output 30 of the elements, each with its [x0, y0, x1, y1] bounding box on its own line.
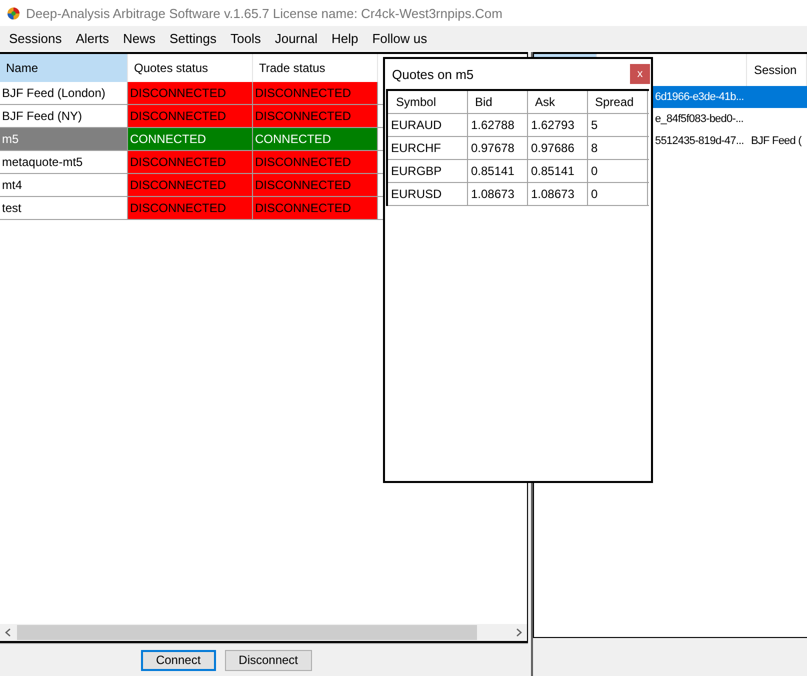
table-cell: 5	[588, 114, 648, 136]
status-cell: DISCONNECTED	[253, 151, 378, 173]
status-cell: DISCONNECTED	[253, 197, 378, 219]
table-cell: 0	[588, 160, 648, 182]
status-cell: DISCONNECTED	[128, 151, 253, 173]
table-cell: 0	[588, 183, 648, 205]
status-cell: CONNECTED	[128, 128, 253, 150]
status-cell: DISCONNECTED	[253, 105, 378, 127]
table-cell: 0.85141	[468, 160, 528, 182]
table-cell: 1.08673	[528, 183, 588, 205]
table-cell: 0.85141	[528, 160, 588, 182]
status-cell: DISCONNECTED	[128, 197, 253, 219]
status-cell: DISCONNECTED	[253, 174, 378, 196]
table-cell: 0.97686	[528, 137, 588, 159]
table-cell: EURAUD	[388, 114, 468, 136]
table-cell: 8	[588, 137, 648, 159]
status-cell: DISCONNECTED	[128, 82, 253, 104]
status-cell: DISCONNECTED	[128, 174, 253, 196]
table-cell: 1.62788	[468, 114, 528, 136]
table-cell: 1.62793	[528, 114, 588, 136]
dialog-title: Quotes on m5	[392, 66, 474, 82]
table-cell: 1.08673	[468, 183, 528, 205]
table-cell: EURCHF	[388, 137, 468, 159]
status-cell: DISCONNECTED	[128, 105, 253, 127]
status-cell: DISCONNECTED	[253, 82, 378, 104]
status-cell: CONNECTED	[253, 128, 378, 150]
table-cell: EURUSD	[388, 183, 468, 205]
window-title: Deep-Analysis Arbitrage Software v.1.65.7 License name: Cr4ck-West3rnpips.Com	[26, 6, 502, 20]
table-cell: 0.97678	[468, 137, 528, 159]
table-cell: EURGBP	[388, 160, 468, 182]
